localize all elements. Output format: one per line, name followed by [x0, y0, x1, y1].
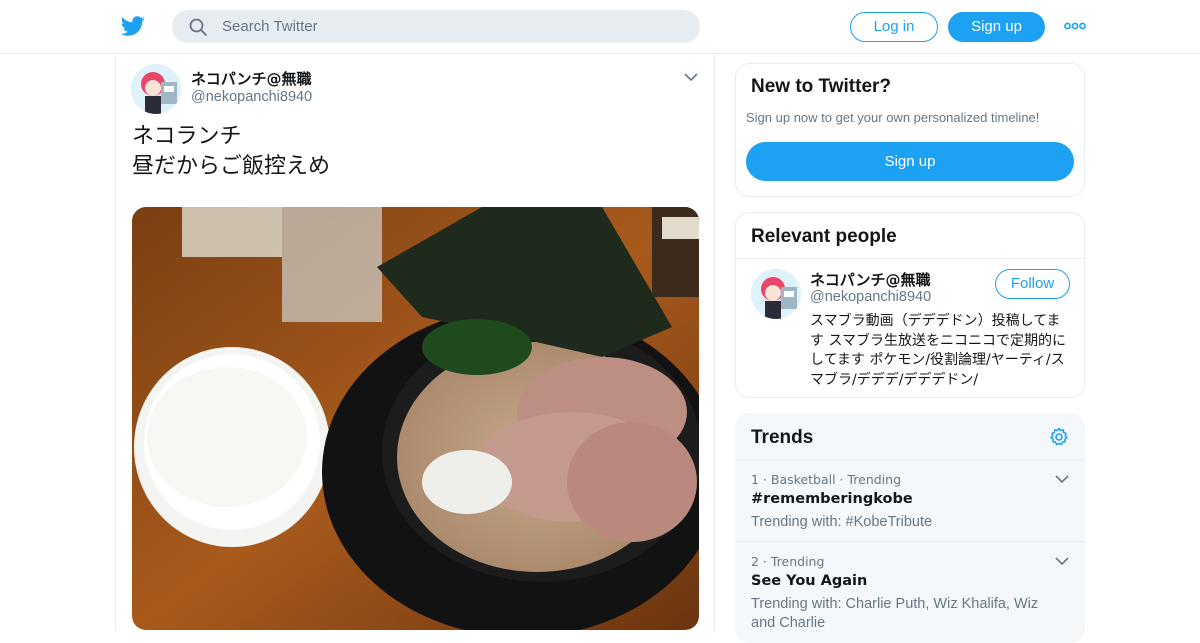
divider [736, 258, 1084, 259]
trends-title: Trends [751, 427, 814, 448]
follow-button[interactable]: Follow [995, 269, 1070, 299]
trend-trending-with: Trending with: #KobeTribute [751, 514, 933, 530]
new-to-twitter-title: New to Twitter? [751, 76, 892, 97]
new-to-twitter-subtitle: Sign up now to get your own personalized… [746, 110, 1040, 125]
relevant-people-title: Relevant people [751, 226, 897, 247]
person-screen-name[interactable]: @nekopanchi8940 [810, 289, 931, 305]
trend-item[interactable]: 1 · Basketball · Trending #rememberingko… [736, 459, 1084, 541]
trend-item[interactable]: 2 · Trending See You Again Trending with… [736, 541, 1084, 642]
gear-icon[interactable] [1049, 427, 1069, 447]
chevron-down-icon[interactable] [1055, 474, 1069, 484]
tweet-photo[interactable] [132, 207, 699, 630]
chevron-down-icon[interactable] [1055, 556, 1069, 566]
tweet-text: ネコランチ 昼だからご飯控えめ [132, 124, 331, 179]
tweet-card: ネコパンチ@無職 @nekopanchi8940 ネコランチ 昼だからご飯控えめ [115, 54, 715, 630]
trend-meta: 2 · Trending [751, 554, 825, 569]
login-button[interactable]: Log in [850, 12, 938, 42]
ramen-and-rice-photo [132, 207, 699, 630]
person-bio: スマブラ動画（デデデドン）投稿してます スマブラ生放送をニコニコで定期的にしてま… [810, 313, 1067, 388]
trend-trending-with: Trending with: Charlie Puth, Wiz Khalifa… [751, 596, 1039, 631]
trend-meta: 1 · Basketball · Trending [751, 472, 902, 487]
chevron-down-icon[interactable] [684, 72, 698, 82]
tweet-display-name[interactable]: ネコパンチ@無職 [191, 68, 311, 89]
new-to-twitter-card: New to Twitter? Sign up now to get your … [735, 63, 1085, 197]
relevant-people-card: Relevant people ネコパンチ@無職 @nekopanchi8940… [735, 212, 1085, 398]
more-dots-icon[interactable] [1064, 20, 1086, 32]
search-input[interactable] [222, 10, 682, 43]
person-display-name[interactable]: ネコパンチ@無職 [810, 269, 930, 290]
top-navigation-bar: Log in Sign up [0, 0, 1200, 54]
avatar-illustration [751, 269, 801, 319]
avatar-illustration [131, 64, 181, 114]
signup-button-large[interactable]: Sign up [746, 142, 1074, 181]
search-icon [189, 18, 207, 36]
trend-name[interactable]: See You Again [751, 573, 867, 589]
trends-card: Trends 1 · Basketball · Trending #rememb… [735, 413, 1085, 643]
trend-name[interactable]: #rememberingkobe [751, 491, 913, 507]
signup-button[interactable]: Sign up [948, 12, 1045, 42]
twitter-bird-icon[interactable] [120, 14, 146, 38]
tweet-screen-name[interactable]: @nekopanchi8940 [191, 89, 312, 105]
avatar[interactable] [131, 64, 181, 114]
avatar[interactable] [751, 269, 801, 319]
